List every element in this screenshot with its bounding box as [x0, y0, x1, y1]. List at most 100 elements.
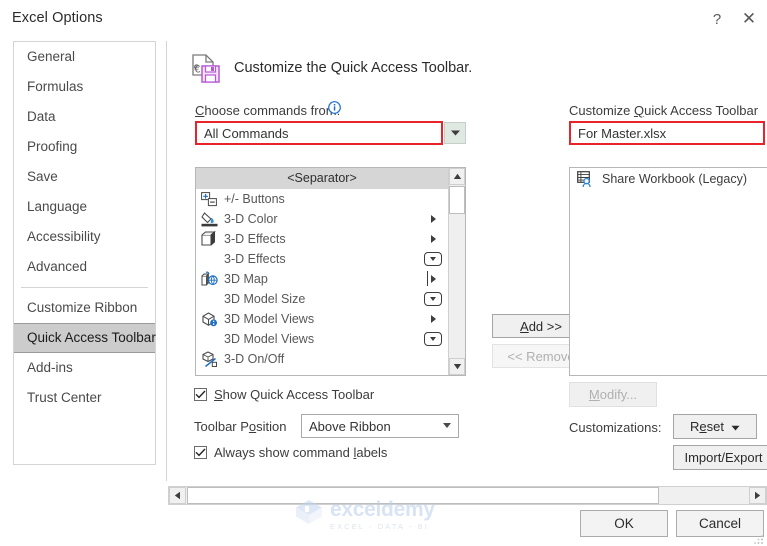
command-no-icon	[198, 330, 220, 348]
sidebar-item-save[interactable]: Save	[14, 162, 155, 192]
sidebar-item-customize-ribbon[interactable]: Customize Ribbon	[14, 293, 155, 323]
sidebar-item-label: Trust Center	[27, 390, 102, 405]
choose-commands-from-dropdown-button[interactable]	[444, 122, 466, 144]
command-row[interactable]: 3D Model Views	[196, 329, 448, 349]
resize-grip[interactable]	[752, 532, 764, 544]
qat-command-row[interactable]: Share Workbook (Legacy)	[570, 168, 767, 190]
remove-button-pre: << R	[507, 348, 536, 364]
available-commands-scrollbar[interactable]	[448, 168, 465, 375]
3d-color-icon	[198, 210, 220, 228]
command-row[interactable]: 3D Map	[196, 269, 448, 289]
sidebar-item-language[interactable]: Language	[14, 192, 155, 222]
always-show-labels-checkbox-row[interactable]: Always show command labels	[194, 445, 387, 460]
sidebar-item-formulas[interactable]: Formulas	[14, 72, 155, 102]
command-row[interactable]: 3D Model Size	[196, 289, 448, 309]
3d-on-off-icon	[198, 350, 220, 368]
dialog-horizontal-scrollbar[interactable]	[168, 486, 767, 505]
quick-access-toolbar-panel: € Customize the Quick Access Toolbar. Ch…	[166, 41, 767, 481]
choose-commands-label-accesskey: C	[195, 103, 205, 118]
command-no-icon	[198, 290, 220, 308]
chevron-down-icon	[443, 423, 451, 428]
split-button-dropdown-icon	[423, 250, 443, 268]
sidebar-item-trust-center[interactable]: Trust Center	[14, 383, 155, 413]
sidebar-item-add-ins[interactable]: Add-ins	[14, 353, 155, 383]
always-show-labels-post: abels	[356, 445, 388, 460]
excel-options-dialog: Excel Options ? ✕ General Formulas Data Pro…	[0, 0, 767, 546]
command-label: 3D Model Views	[224, 332, 315, 346]
sidebar-item-label: General	[27, 49, 76, 64]
customizations-label: Customizations:	[569, 420, 662, 435]
always-show-labels-label: Always show command labels	[214, 445, 387, 460]
svg-text:€: €	[194, 65, 200, 76]
scroll-down-arrow-icon[interactable]	[449, 358, 465, 375]
sidebar-item-data[interactable]: Data	[14, 102, 155, 132]
command-row[interactable]: 3-D Color	[196, 209, 448, 229]
window-title: Excel Options	[12, 10, 103, 26]
ok-button-label: OK	[614, 516, 634, 531]
panel-title: Customize the Quick Access Toolbar.	[234, 60, 473, 76]
choose-commands-from-select[interactable]: All Commands	[195, 121, 443, 145]
modify-button-label: odify...	[599, 387, 638, 402]
dialog-horizontal-scroll-thumb[interactable]	[187, 487, 659, 504]
reset-button[interactable]: Reset	[673, 414, 757, 439]
chevron-down-icon	[450, 124, 461, 142]
help-icon: ?	[712, 10, 722, 28]
customize-qat-label: Customize Quick Access Toolbar	[569, 103, 758, 118]
available-commands-items: <Separator> +/- Buttons 3-D Color 3-D Effec…	[196, 168, 448, 375]
available-commands-scroll-thumb[interactable]	[449, 186, 465, 214]
sidebar-item-quick-access-toolbar[interactable]: Quick Access Toolbar	[14, 323, 156, 353]
close-button[interactable]: ✕	[729, 4, 767, 34]
sidebar-item-label: Formulas	[27, 79, 84, 94]
command-label: 3D Map	[224, 272, 268, 286]
toolbar-position-label-pre: Toolbar P	[194, 419, 249, 434]
split-button-dropdown-icon	[423, 290, 443, 308]
3d-map-icon	[198, 270, 220, 288]
sidebar-item-label: Add-ins	[27, 360, 73, 375]
command-separator-row[interactable]: <Separator>	[196, 168, 448, 189]
show-qat-accesskey: S	[214, 387, 223, 402]
sidebar-item-general[interactable]: General	[14, 42, 155, 72]
3d-effects-icon	[198, 230, 220, 248]
always-show-labels-checkbox[interactable]	[194, 446, 207, 459]
available-commands-listbox[interactable]: <Separator> +/- Buttons 3-D Color 3-D Effec…	[195, 167, 466, 376]
cancel-button[interactable]: Cancel	[676, 510, 764, 537]
qat-command-label: Share Workbook (Legacy)	[602, 172, 747, 186]
sidebar-item-accessibility[interactable]: Accessibility	[14, 222, 155, 252]
toolbar-position-label-post: sition	[256, 419, 287, 434]
command-row[interactable]: 3-D Effects	[196, 249, 448, 269]
quick-access-toolbar-save-icon: €	[190, 53, 224, 85]
command-label: 3-D Effects	[224, 252, 286, 266]
command-no-icon	[198, 250, 220, 268]
toolbar-position-select[interactable]: Above Ribbon	[301, 414, 459, 438]
qat-target-select[interactable]: For Master.xlsx	[569, 121, 765, 145]
reset-button-post: set	[706, 419, 724, 434]
qat-target-value: For Master.xlsx	[578, 125, 667, 141]
command-label: 3-D Effects	[224, 232, 286, 246]
sidebar-item-proofing[interactable]: Proofing	[14, 132, 155, 162]
ok-button[interactable]: OK	[580, 510, 668, 537]
show-qat-checkbox[interactable]	[194, 388, 207, 401]
info-icon[interactable]	[328, 101, 341, 114]
title-bar: Excel Options ? ✕	[0, 0, 767, 38]
scroll-left-arrow-icon[interactable]	[169, 487, 186, 504]
submenu-arrow-icon	[423, 210, 443, 228]
options-sidebar: General Formulas Data Proofing Save Language A…	[13, 41, 156, 465]
split-button-dropdown-icon	[423, 330, 443, 348]
qat-commands-listbox[interactable]: Share Workbook (Legacy)	[569, 167, 767, 376]
close-icon: ✕	[741, 9, 757, 28]
plus-minus-buttons-icon	[198, 190, 220, 208]
command-row[interactable]: 3D Model Views	[196, 309, 448, 329]
sidebar-divider	[21, 287, 148, 288]
sidebar-item-label: Advanced	[27, 259, 88, 274]
reset-button-accesskey: e	[699, 419, 707, 434]
scroll-up-arrow-icon[interactable]	[449, 168, 465, 185]
modify-button: Modify...	[569, 382, 657, 407]
command-row[interactable]: 3-D On/Off	[196, 349, 448, 369]
command-label: +/- Buttons	[224, 192, 285, 206]
command-row[interactable]: 3-D Effects	[196, 229, 448, 249]
sidebar-item-advanced[interactable]: Advanced	[14, 252, 155, 282]
show-qat-checkbox-row[interactable]: Show Quick Access Toolbar	[194, 387, 374, 402]
import-export-button[interactable]: Import/Export	[673, 445, 767, 470]
scroll-right-arrow-icon[interactable]	[749, 487, 766, 504]
command-row[interactable]: +/- Buttons	[196, 189, 448, 209]
